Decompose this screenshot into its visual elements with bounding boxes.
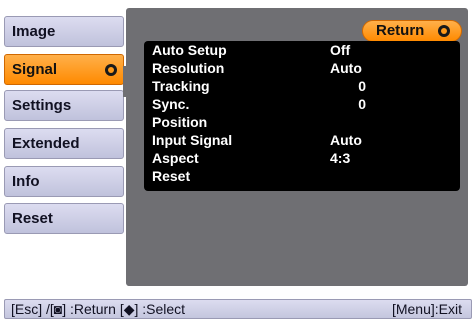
- sidebar-item-label: Settings: [12, 97, 72, 114]
- menu-item-position[interactable]: Position: [144, 113, 460, 131]
- sidebar-item-extended[interactable]: Extended: [4, 128, 124, 159]
- menu-item-input-signal[interactable]: Input Signal Auto: [144, 131, 460, 149]
- menu-item-label: Resolution: [152, 60, 225, 76]
- enter-icon: [438, 25, 450, 37]
- menu-item-value: 0: [358, 78, 366, 94]
- menu-item-value: Auto: [330, 60, 362, 76]
- sidebar-item-image[interactable]: Image: [4, 16, 124, 47]
- menu-item-label: Reset: [152, 168, 191, 184]
- menu-item-label: Auto Setup: [152, 42, 227, 58]
- projector-osd-menu: Image Signal Settings Extended Info Rese…: [0, 0, 476, 323]
- sidebar-item-signal[interactable]: Signal: [4, 54, 124, 85]
- menu-item-label: Input Signal: [152, 132, 233, 148]
- return-label: Return: [376, 22, 425, 39]
- sidebar-item-settings[interactable]: Settings: [4, 90, 124, 121]
- menu-item-value: 4:3: [330, 150, 351, 166]
- menu-item-value: 0: [358, 96, 366, 112]
- menu-item-value: Auto: [330, 132, 362, 148]
- menu-item-auto-setup[interactable]: Auto Setup Off: [144, 41, 460, 59]
- menu-item-sync[interactable]: Sync. 0: [144, 95, 460, 113]
- help-text-exit: [Menu]:Exit: [391, 301, 462, 317]
- menu-item-label: Tracking: [152, 78, 210, 94]
- menu-item-resolution[interactable]: Resolution Auto: [144, 59, 460, 77]
- sidebar-item-label: Reset: [12, 210, 53, 227]
- menu-item-label: Sync.: [152, 96, 190, 112]
- sidebar-item-label: Info: [12, 173, 40, 190]
- enter-icon: [105, 64, 117, 76]
- menu-item-value: Off: [330, 42, 351, 58]
- menu-item-label: Position: [152, 114, 208, 130]
- help-text-keys: [Esc] /[◙] :Return [◆] :Select: [11, 301, 186, 317]
- sidebar-item-info[interactable]: Info: [4, 166, 124, 197]
- signal-menu-list: Auto Setup Off Resolution Auto Tracking …: [144, 41, 460, 191]
- help-bar: [Esc] /[◙] :Return [◆] :Select [Menu]:Ex…: [4, 299, 472, 319]
- menu-item-reset[interactable]: Reset: [144, 167, 460, 185]
- sidebar-item-label: Extended: [12, 135, 80, 152]
- menu-item-aspect[interactable]: Aspect 4:3: [144, 149, 460, 167]
- sidebar-item-label: Image: [12, 23, 56, 40]
- menu-item-tracking[interactable]: Tracking 0: [144, 77, 460, 95]
- sidebar-item-reset[interactable]: Reset: [4, 203, 124, 234]
- return-button[interactable]: Return: [362, 20, 462, 42]
- menu-item-label: Aspect: [152, 150, 199, 166]
- sidebar-item-label: Signal: [12, 61, 58, 78]
